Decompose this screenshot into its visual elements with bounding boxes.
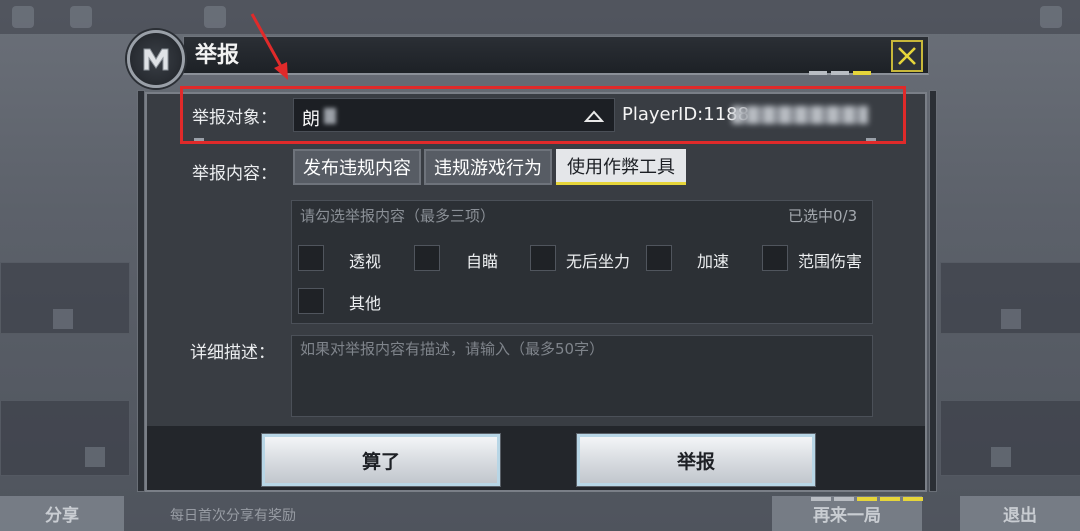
bg-icon xyxy=(204,6,226,28)
checkbox-area-damage[interactable] xyxy=(762,245,788,271)
cancel-button[interactable]: 算了 xyxy=(261,433,501,487)
details-textarea[interactable]: 如果对举报内容有描述，请输入（最多50字） xyxy=(291,335,873,417)
tab-label: 违规游戏行为 xyxy=(434,158,542,179)
tab-illegal-behavior[interactable]: 违规游戏行为 xyxy=(424,149,552,185)
bg-player-card xyxy=(940,262,1080,334)
header-deco xyxy=(809,71,871,75)
report-submit-button[interactable]: 举报 xyxy=(576,433,816,487)
highlight-box xyxy=(180,86,906,144)
dialog-right-rail xyxy=(929,90,937,492)
details-placeholder: 如果对举报内容有描述，请输入（最多50字） xyxy=(300,340,605,358)
bg-icon xyxy=(12,6,34,28)
play-again-button[interactable]: 再来一局 xyxy=(772,496,922,531)
dialog-header xyxy=(183,36,929,75)
share-reward-text: 每日首次分享有奖励 xyxy=(170,508,296,524)
dialog-title: 举报 xyxy=(195,43,240,68)
submit-label: 举报 xyxy=(676,450,715,473)
share-tab[interactable]: 分享 xyxy=(0,496,124,531)
checkbox-no-recoil[interactable] xyxy=(530,245,556,271)
option-label: 加速 xyxy=(697,252,730,271)
close-x-icon xyxy=(898,47,916,65)
footer-deco xyxy=(811,497,923,501)
background-top-bar xyxy=(0,0,1080,34)
report-content-label: 举报内容： xyxy=(192,164,277,184)
cancel-label: 算了 xyxy=(361,450,400,473)
dialog-left-rail xyxy=(137,90,145,492)
option-label: 范围伤害 xyxy=(798,252,863,271)
details-label: 详细描述： xyxy=(190,343,275,363)
bg-player-card xyxy=(0,400,130,476)
tab-label: 使用作弊工具 xyxy=(567,156,675,178)
game-logo-icon xyxy=(127,30,185,88)
bg-icon xyxy=(70,6,92,28)
exit-label: 退出 xyxy=(1003,506,1037,526)
play-again-label: 再来一局 xyxy=(813,506,881,526)
options-hint: 请勾选举报内容（最多三项） xyxy=(300,207,496,225)
option-label: 自瞄 xyxy=(466,252,499,271)
checkbox-aimbot[interactable] xyxy=(414,245,440,271)
tab-illegal-content[interactable]: 发布违规内容 xyxy=(293,149,421,185)
bg-player-card xyxy=(0,262,130,334)
checkbox-other[interactable] xyxy=(298,288,324,314)
option-label: 无后坐力 xyxy=(566,252,631,271)
tab-label: 发布违规内容 xyxy=(303,158,411,179)
checkbox-speed[interactable] xyxy=(646,245,672,271)
bg-icon xyxy=(1040,6,1062,28)
share-tab-label: 分享 xyxy=(45,506,79,526)
exit-button[interactable]: 退出 xyxy=(960,496,1080,531)
option-label: 透视 xyxy=(349,252,382,271)
option-label: 其他 xyxy=(349,294,382,313)
bg-player-card xyxy=(940,400,1080,476)
tab-cheating-tools[interactable]: 使用作弊工具 xyxy=(556,149,686,185)
checkbox-wallhack[interactable] xyxy=(298,245,324,271)
selected-count: 已选中0/3 xyxy=(788,207,858,225)
close-button[interactable] xyxy=(891,40,923,72)
